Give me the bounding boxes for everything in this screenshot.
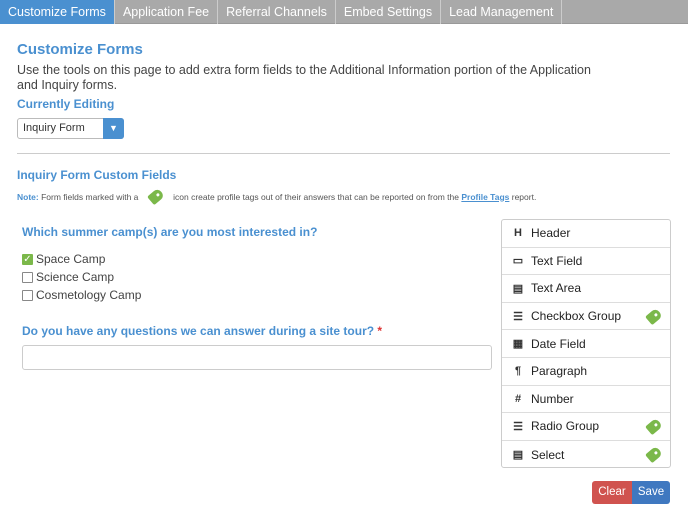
field-type-text-area[interactable]: ▤ Text Area [502, 275, 670, 303]
field-type-label: Date Field [531, 336, 586, 351]
select-icon: ▤ [512, 449, 524, 462]
tab-lead-management[interactable]: Lead Management [441, 0, 563, 24]
number-icon: # [514, 392, 522, 405]
tab-referral-channels[interactable]: Referral Channels [218, 0, 336, 24]
note-label: Note: [17, 191, 39, 202]
checkbox-science-camp[interactable]: Science Camp [22, 270, 114, 284]
field-type-text-field[interactable]: ▭ Text Field [502, 248, 670, 276]
field-type-label: Text Field [531, 253, 583, 268]
profile-tags-link[interactable]: Profile Tags [461, 192, 509, 202]
tab-application-fee[interactable]: Application Fee [115, 0, 219, 24]
field-type-header[interactable]: H Header [502, 220, 670, 248]
field-type-label: Text Area [531, 281, 582, 296]
field-type-select[interactable]: ▤ Select [502, 441, 670, 467]
field-type-date-field[interactable]: ▦ Date Field [502, 330, 670, 358]
site-tour-questions-input[interactable] [22, 345, 492, 370]
checkbox-group-icon: ☰ [513, 310, 523, 323]
option-label: Space Camp [36, 252, 106, 266]
field-type-label: Number [531, 391, 574, 406]
section-title: Inquiry Form Custom Fields [17, 168, 177, 182]
tab-customize-forms[interactable]: Customize Forms [0, 0, 115, 24]
page-title: Customize Forms [17, 41, 143, 58]
text-field-icon: ▭ [512, 255, 524, 268]
note: Note: Form fields marked with a icon cre… [17, 187, 537, 206]
tag-icon [645, 417, 663, 436]
tag-icon [645, 307, 663, 325]
tab-embed-settings[interactable]: Embed Settings [336, 0, 442, 24]
divider [17, 153, 670, 154]
required-marker: * [377, 324, 383, 338]
form-select[interactable]: Inquiry Form ▼ [17, 118, 124, 139]
field-type-paragraph[interactable]: ¶ Paragraph [502, 358, 670, 386]
tag-icon [146, 187, 165, 206]
note-text: Form fields marked with a [38, 191, 141, 202]
checkbox-icon[interactable] [22, 289, 33, 301]
field-type-number[interactable]: # Number [502, 386, 670, 414]
text-area-icon: ▤ [512, 282, 524, 295]
note-text: icon create profile tags out of their an… [170, 191, 462, 202]
paragraph-icon: ¶ [514, 365, 522, 378]
option-label: Cosmetology Camp [36, 288, 142, 302]
field-type-radio-group[interactable]: ☰ Radio Group [502, 413, 670, 441]
checkbox-checked-icon[interactable]: ✓ [22, 253, 33, 265]
header-icon: H [514, 227, 522, 240]
page-description: Use the tools on this page to add extra … [17, 63, 591, 92]
field-type-label: Paragraph [531, 364, 588, 379]
question-label: Do you have any questions we can answer … [22, 324, 382, 338]
field-type-label: Radio Group [531, 419, 600, 434]
chevron-down-icon[interactable]: ▼ [103, 118, 124, 139]
clear-button[interactable]: Clear [592, 481, 632, 504]
save-button[interactable]: Save [632, 481, 670, 504]
field-type-label: Checkbox Group [531, 309, 622, 324]
checkbox-cosmetology-camp[interactable]: Cosmetology Camp [22, 288, 141, 302]
form-select-value: Inquiry Form [23, 122, 85, 134]
tag-icon [645, 445, 663, 464]
field-type-checkbox-group[interactable]: ☰ Checkbox Group [502, 303, 670, 331]
radio-group-icon: ☰ [513, 420, 523, 433]
currently-editing-label: Currently Editing [17, 97, 115, 111]
date-field-icon: ▦ [512, 338, 524, 351]
question-text: Do you have any questions we can answer … [22, 324, 375, 338]
checkbox-space-camp[interactable]: ✓ Space Camp [22, 252, 105, 266]
question-label: Which summer camp(s) are you most intere… [22, 225, 318, 239]
tab-bar: Customize Forms Application Fee Referral… [0, 0, 688, 24]
field-type-label: Header [531, 226, 571, 241]
checkbox-icon[interactable] [22, 271, 33, 283]
field-types-panel: H Header ▭ Text Field ▤ Text Area ☰ Checkbox Gr… [501, 219, 671, 468]
field-type-label: Select [531, 447, 565, 462]
option-label: Science Camp [36, 270, 115, 284]
note-text: report. [509, 191, 537, 202]
